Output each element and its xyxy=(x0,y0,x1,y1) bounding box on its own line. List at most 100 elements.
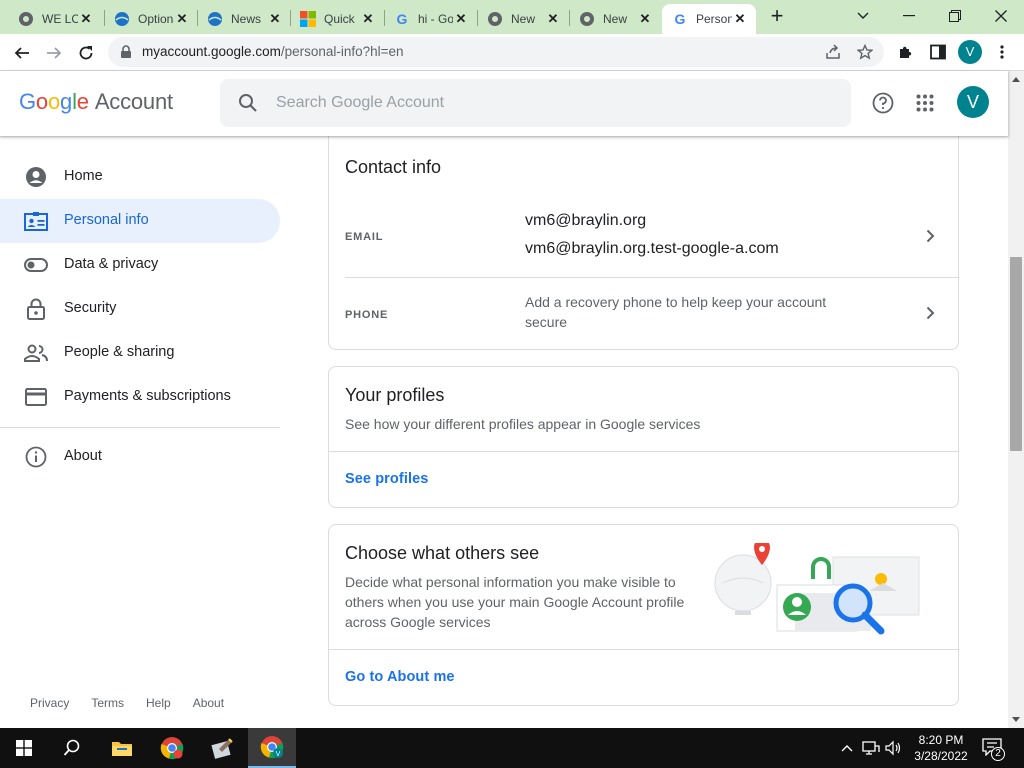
tab-title: Personal info xyxy=(696,12,732,26)
footer-link-terms[interactable]: Terms xyxy=(91,696,124,710)
taskbar-search-button[interactable] xyxy=(48,728,96,768)
sidebar-item-personal-info[interactable]: Personal info xyxy=(0,199,280,243)
footer-link-privacy[interactable]: Privacy xyxy=(30,696,69,710)
chevron-right-icon xyxy=(921,227,939,245)
side-panel-icon[interactable] xyxy=(928,42,948,62)
browser-tab[interactable]: New ✕ xyxy=(569,4,661,34)
browser-tab[interactable]: News ✕ xyxy=(197,4,291,34)
browser-tab[interactable]: WE LOOK ✕ xyxy=(8,4,102,34)
email-row[interactable]: EMAIL vm6@braylin.org vm6@braylin.org.te… xyxy=(329,197,958,277)
tab-title: New xyxy=(603,12,628,26)
extensions-puzzle-icon[interactable] xyxy=(896,42,916,62)
url-text: myaccount.google.com/personal-info?hl=en xyxy=(142,44,404,59)
page-scrollbar[interactable] xyxy=(1008,71,1024,728)
window-close-button[interactable] xyxy=(978,0,1024,32)
new-tab-button[interactable]: + xyxy=(766,5,788,28)
close-icon[interactable]: ✕ xyxy=(78,11,94,27)
browser-tab[interactable]: New ✕ xyxy=(477,4,569,34)
close-icon[interactable]: ✕ xyxy=(545,11,561,27)
close-icon[interactable]: ✕ xyxy=(637,11,653,27)
browser-tab[interactable]: Options ✕ xyxy=(104,4,198,34)
address-bar[interactable]: myaccount.google.com/personal-info?hl=en xyxy=(108,37,884,67)
browser-tab-strip: WE LOOK ✕ Options ✕ News ✕ Quick ✕ xyxy=(0,0,1024,34)
browser-tab[interactable]: G hi - Google ✕ xyxy=(384,4,477,34)
scroll-up-arrow-icon[interactable] xyxy=(1012,77,1020,82)
more-vert-icon[interactable] xyxy=(992,42,1012,62)
chrome-globe-icon xyxy=(579,11,595,27)
see-profiles-link[interactable]: See profiles xyxy=(345,471,428,487)
close-icon[interactable]: ✕ xyxy=(174,11,190,27)
footer-link-help[interactable]: Help xyxy=(146,696,171,710)
sidebar-item-label: Payments & subscriptions xyxy=(64,388,231,404)
go-to-about-me-link[interactable]: Go to About me xyxy=(345,669,455,685)
people-icon xyxy=(24,341,48,365)
sidebar-item-data-privacy[interactable]: Data & privacy xyxy=(0,243,280,287)
scrollbar-thumb[interactable] xyxy=(1010,257,1022,451)
back-button[interactable] xyxy=(9,40,35,66)
google-account-logo[interactable]: Google Account xyxy=(19,89,173,115)
network-icon[interactable] xyxy=(861,738,881,758)
clock-date: 3/28/2022 xyxy=(914,749,968,763)
reload-button[interactable] xyxy=(73,40,99,66)
search-icon[interactable] xyxy=(238,93,258,118)
chrome-taskbar-button[interactable] xyxy=(148,728,196,768)
edge-globe-icon xyxy=(114,11,130,27)
help-icon[interactable] xyxy=(871,91,895,115)
clock-time: 8:20 PM xyxy=(918,733,964,747)
sidebar-item-label: Home xyxy=(64,168,103,184)
choose-what-others-see-card: Choose what others see Decide what perso… xyxy=(328,524,959,706)
sidebar-item-label: Security xyxy=(64,300,117,316)
tab-title: hi - Google xyxy=(418,12,453,26)
chevron-up-icon[interactable] xyxy=(837,738,857,758)
sidebar-item-label: People & sharing xyxy=(64,344,175,360)
close-icon[interactable]: ✕ xyxy=(732,11,748,27)
card-divider xyxy=(329,649,958,650)
browser-profile-avatar[interactable]: V xyxy=(958,40,982,64)
close-icon[interactable]: ✕ xyxy=(267,11,283,27)
volume-icon[interactable] xyxy=(884,738,904,758)
minimize-button[interactable] xyxy=(886,0,932,32)
file-explorer-button[interactable] xyxy=(98,728,146,768)
restore-button[interactable] xyxy=(932,0,978,32)
sidebar-item-about[interactable]: About xyxy=(0,435,280,479)
sidebar-item-home[interactable]: Home xyxy=(0,155,280,199)
notification-count-badge: 2 xyxy=(991,747,1005,761)
browser-toolbar: myaccount.google.com/personal-info?hl=en… xyxy=(0,34,1024,71)
sidebar-divider xyxy=(0,427,280,428)
lock-icon[interactable] xyxy=(120,45,132,64)
apps-grid-icon[interactable] xyxy=(913,91,937,115)
chrome-globe-icon xyxy=(487,11,503,27)
browser-tab[interactable]: Quick ✕ xyxy=(290,4,384,34)
tab-search-button[interactable] xyxy=(840,0,886,32)
phone-row[interactable]: PHONE Add a recovery phone to help keep … xyxy=(329,278,958,350)
sidebar-item-security[interactable]: Security xyxy=(0,287,280,331)
scroll-down-arrow-icon[interactable] xyxy=(1012,717,1020,722)
sidebar-item-payments[interactable]: Payments & subscriptions xyxy=(0,375,280,419)
search-input[interactable] xyxy=(276,79,836,127)
taskbar-clock[interactable]: 8:20 PM 3/28/2022 xyxy=(910,732,972,764)
browser-tab-active[interactable]: G Personal info ✕ xyxy=(662,4,756,34)
google-g-icon: G xyxy=(672,11,688,27)
microsoft-logo-icon xyxy=(300,11,316,27)
chrome-globe-icon xyxy=(18,11,34,27)
your-profiles-card: Your profiles See how your different pro… xyxy=(328,366,959,508)
id-card-icon xyxy=(24,209,48,233)
app-taskbar-button[interactable] xyxy=(198,728,246,768)
sidebar-item-label: Personal info xyxy=(64,212,149,228)
lock-icon xyxy=(24,297,48,321)
sidebar-item-people-sharing[interactable]: People & sharing xyxy=(0,331,280,375)
close-icon[interactable]: ✕ xyxy=(360,11,376,27)
sidebar-item-label: Data & privacy xyxy=(64,256,159,272)
footer-link-about[interactable]: About xyxy=(193,696,224,710)
account-avatar[interactable]: V xyxy=(957,86,989,118)
tab-title: WE LOOK xyxy=(42,12,78,26)
share-icon[interactable] xyxy=(824,43,842,61)
bookmark-star-icon[interactable] xyxy=(856,43,874,61)
chrome-profile-taskbar-button[interactable]: V xyxy=(248,728,296,768)
sidebar-nav: Home Personal info Data & privacy Securi… xyxy=(0,136,300,728)
profiles-subtitle: See how your different profiles appear i… xyxy=(345,416,701,432)
toggle-icon xyxy=(24,253,48,277)
windows-start-button[interactable] xyxy=(0,728,48,768)
close-icon[interactable]: ✕ xyxy=(453,11,469,27)
forward-button[interactable] xyxy=(41,40,67,66)
